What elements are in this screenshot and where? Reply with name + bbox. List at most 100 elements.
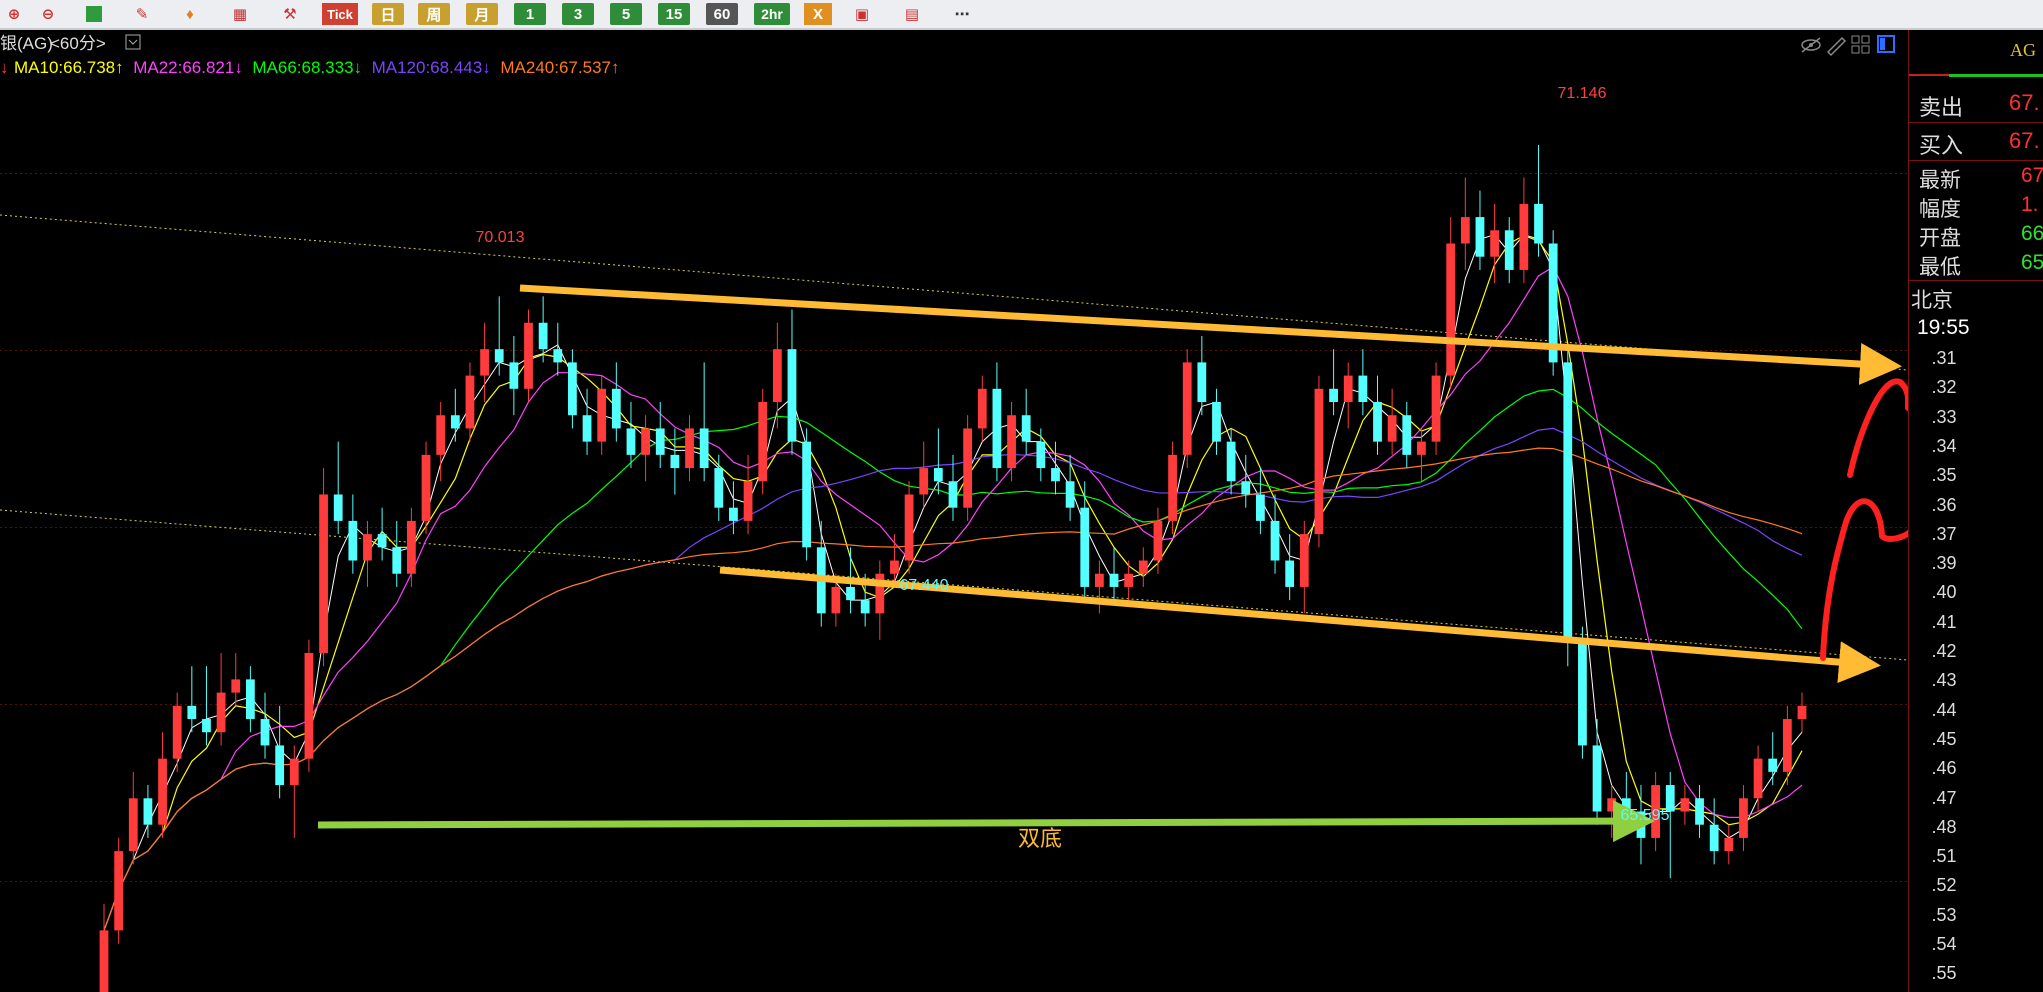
candle	[875, 560, 885, 640]
projection-sketch	[1847, 378, 1908, 478]
eye-icon[interactable]	[1801, 37, 1821, 53]
sell-value: 67.	[2009, 90, 2040, 115]
buy-row[interactable]: 买入 67.	[1915, 128, 2040, 158]
interval-dropdown-icon[interactable]	[125, 34, 141, 50]
period-60-button[interactable]: 60	[706, 3, 738, 25]
week-button[interactable]: 周	[418, 3, 450, 25]
candle	[1592, 719, 1602, 825]
time-tick: .47	[1931, 787, 1957, 808]
month-button[interactable]: 月	[466, 3, 498, 25]
candle	[1373, 375, 1382, 455]
candle	[1695, 785, 1704, 838]
color-square-icon[interactable]	[82, 3, 106, 25]
candle	[1431, 362, 1441, 455]
candle	[1299, 520, 1309, 614]
time-tick: .51	[1931, 846, 1957, 867]
day-button[interactable]: 日	[372, 3, 404, 25]
candle	[1109, 547, 1119, 601]
ma-prefix-arrow: ↓	[0, 58, 9, 77]
candle	[772, 322, 782, 429]
candle	[1578, 626, 1587, 759]
candle	[904, 481, 914, 574]
low-row: 最低 65	[1919, 251, 2043, 279]
candle	[1197, 335, 1207, 416]
annotation-label: 67.440	[900, 577, 949, 594]
zoom-out-icon[interactable]: ⊖	[36, 3, 60, 25]
chart-drawings	[317, 284, 1908, 843]
panel-toggle-icon[interactable]	[1877, 35, 1895, 53]
x-button[interactable]: X	[804, 3, 832, 25]
draw-icon[interactable]: ▤	[900, 3, 924, 25]
period-3-button[interactable]: 3	[562, 3, 594, 25]
period-1-button[interactable]: 1	[514, 3, 546, 25]
candle	[509, 335, 519, 416]
time-tick: .52	[1931, 875, 1957, 896]
low-label: 最低	[1919, 256, 1961, 279]
period-5-button[interactable]: 5	[610, 3, 642, 25]
tick-button[interactable]: Tick	[322, 3, 358, 25]
period-2hr-button[interactable]: 2hr	[754, 3, 790, 25]
candle	[275, 705, 285, 799]
time-label: 19:55	[1917, 316, 1970, 339]
more-button[interactable]: ⋯	[948, 3, 976, 25]
time-tick: .41	[1931, 611, 1957, 632]
candle	[1241, 454, 1251, 508]
ma-legend-item: MA120:68.443↓	[372, 58, 491, 77]
candle	[699, 362, 709, 482]
candle	[1534, 144, 1543, 257]
time-tick: .32	[1931, 377, 1957, 398]
latest-value: 67	[2021, 164, 2043, 187]
candle	[1021, 388, 1031, 455]
candle	[348, 494, 358, 574]
candle	[1387, 388, 1397, 455]
candle	[333, 441, 343, 535]
annotation-label: 70.013	[476, 229, 525, 246]
flag-icon[interactable]: ▣	[850, 3, 874, 25]
candle	[363, 520, 372, 587]
candle	[1138, 547, 1148, 587]
divider	[1909, 122, 2043, 123]
candle	[787, 309, 797, 455]
candlestick-series	[99, 144, 1807, 992]
candle	[1182, 349, 1192, 469]
latest-label: 最新	[1919, 169, 1961, 192]
candle	[1417, 428, 1426, 482]
candle	[524, 309, 533, 403]
chart-title: 银(AG)	[0, 34, 53, 53]
candle	[758, 388, 768, 495]
candle	[1563, 349, 1573, 667]
edit-icon[interactable]	[1826, 36, 1847, 57]
table-icon[interactable]: ▦	[228, 3, 252, 25]
zoom-in-icon[interactable]: ⊕	[2, 3, 26, 25]
bell-icon[interactable]: ♦	[178, 3, 202, 25]
candle	[143, 785, 153, 838]
sell-row[interactable]: 卖出 67.	[1915, 90, 2040, 120]
period-15-button[interactable]: 15	[658, 3, 690, 25]
candle	[933, 428, 943, 495]
candle	[202, 666, 211, 746]
pen-icon[interactable]: ✎	[130, 3, 154, 25]
candle	[392, 520, 402, 587]
change-label: 幅度	[1919, 198, 1961, 221]
candle	[1739, 785, 1748, 852]
candle	[421, 441, 431, 535]
candle	[611, 362, 621, 442]
candle	[597, 375, 607, 455]
layout-icon[interactable]	[1851, 35, 1870, 54]
chart-tool-icon[interactable]: ⚒	[278, 3, 302, 25]
time-tick: .34	[1931, 435, 1957, 456]
time-tick: .46	[1931, 758, 1957, 779]
price-chart[interactable]: 70.013 71.146 67.440 65.595 双底 银(AG) <60分> ↓…	[0, 30, 1908, 992]
candle	[1094, 560, 1104, 614]
candle	[1724, 824, 1734, 865]
candle	[919, 441, 929, 508]
candle	[992, 362, 1002, 482]
low-value: 65	[2021, 251, 2043, 274]
chart-header: 银(AG) <60分> ↓ MA10:66.738↑ MA22:66.821↓ MA…	[0, 34, 619, 77]
candle	[158, 732, 167, 838]
toolbar: ⊕ ⊖ ✎ ♦ ▦ ⚒ Tick 日 周 月 1 3 5 15 60 2hr X…	[0, 0, 2043, 30]
ma-legend-item: MA22:66.821↓	[133, 58, 243, 77]
candle	[1343, 362, 1353, 429]
candle	[1519, 177, 1529, 284]
candle	[319, 468, 328, 667]
